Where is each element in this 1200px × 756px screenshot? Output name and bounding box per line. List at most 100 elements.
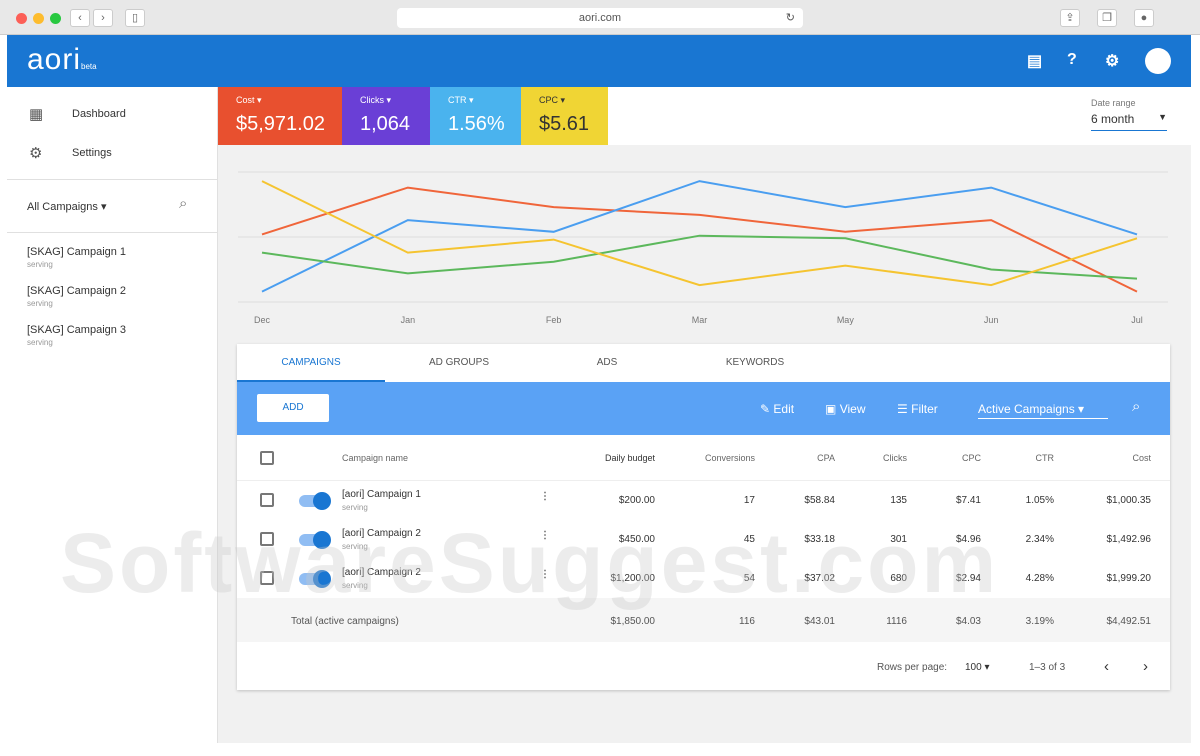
page-range: 1–3 of 3	[1029, 662, 1066, 673]
row-checkbox[interactable]	[260, 532, 274, 546]
grid-icon: ▦	[29, 106, 44, 123]
row-checkbox[interactable]	[260, 571, 274, 585]
reload-icon[interactable]: ↻	[786, 8, 795, 28]
select-all-checkbox[interactable]	[260, 451, 274, 465]
avatar[interactable]	[1145, 48, 1171, 74]
status-toggle[interactable]	[299, 531, 331, 549]
date-range: Date range 6 month ▼	[608, 87, 1191, 145]
date-range-select[interactable]: 6 month ▼	[1091, 112, 1167, 131]
main-content: Cost ▾ $5,971.02 Clicks ▾ 1,064 CTR ▾ 1.56%…	[218, 87, 1191, 743]
table-cell: 3.19%	[1025, 616, 1054, 627]
active-campaigns-select[interactable]: Active Campaigns ▾	[978, 402, 1108, 419]
table-cell: 4.28%	[1025, 573, 1054, 584]
rows-per-page-label: Rows per page:	[877, 662, 948, 673]
table-cell: $200.00	[618, 495, 655, 506]
search-icon[interactable]: ⌕	[179, 195, 187, 212]
table-cell: $450.00	[618, 534, 655, 545]
pencil-icon: ✎	[760, 402, 771, 416]
tab-keywords[interactable]: KEYWORDS	[681, 344, 829, 382]
row-checkbox[interactable]	[260, 493, 274, 507]
edit-button[interactable]: ✎ Edit	[760, 402, 794, 416]
back-icon[interactable]: ‹	[70, 9, 90, 27]
logo[interactable]: aoribeta	[27, 43, 97, 77]
campaign-name[interactable]: [aori] Campaign 2 serving	[342, 528, 421, 551]
tab-ad-groups[interactable]: AD GROUPS	[385, 344, 533, 382]
x-tick-label: Feb	[546, 315, 562, 325]
sidebar-campaign[interactable]: [SKAG] Campaign 3 serving	[27, 324, 126, 347]
more-options-icon[interactable]: ⋮	[540, 569, 550, 580]
close-window-icon[interactable]	[16, 13, 27, 24]
share-icon[interactable]: ⇪	[1060, 9, 1080, 27]
series-line-cost	[261, 186, 1138, 293]
table-row: [aori] Campaign 2 serving ⋮ $1,200.00 54 $37.…	[237, 559, 1170, 598]
table-cell: $1,850.00	[610, 616, 656, 627]
maximize-window-icon[interactable]	[50, 13, 61, 24]
address-bar[interactable]: aori.com ↻	[397, 8, 803, 28]
table-row: [aori] Campaign 2 serving ⋮ $450.00 45 $33.18…	[237, 520, 1170, 559]
line-chart: Dec Jan Feb Mar May Jun Jul	[238, 171, 1168, 325]
x-tick-label: Dec	[254, 315, 271, 325]
search-icon[interactable]: ⌕	[1132, 398, 1140, 415]
help-icon[interactable]: ?	[1067, 51, 1077, 69]
column-header[interactable]: Campaign name	[342, 453, 408, 463]
metric-cpc[interactable]: CPC ▾ $5.61	[521, 87, 608, 145]
sidebar-item-dashboard[interactable]: ▦ Dashboard	[7, 99, 218, 129]
add-button[interactable]: ADD	[257, 394, 329, 422]
campaign-name[interactable]: [aori] Campaign 1 serving	[342, 489, 421, 512]
filter-icon: ☰	[897, 402, 908, 416]
filter-button[interactable]: ☰ Filter	[897, 402, 938, 416]
x-tick-label: Jun	[984, 315, 999, 325]
label: Settings	[72, 147, 112, 159]
label: Dashboard	[72, 108, 126, 120]
total-label: Total (active campaigns)	[291, 616, 399, 627]
table-cell: $1,492.96	[1106, 534, 1152, 545]
tabs-icon[interactable]: ❐	[1097, 9, 1117, 27]
more-options-icon[interactable]: ⋮	[540, 491, 550, 502]
sidebar-campaign[interactable]: [SKAG] Campaign 2 serving	[27, 285, 126, 308]
app-header: aoribeta ▤ ? ⚙	[7, 35, 1191, 87]
gear-icon[interactable]: ⚙	[1105, 51, 1119, 71]
tab-campaigns[interactable]: CAMPAIGNS	[237, 344, 385, 382]
feedback-icon[interactable]: ▤	[1027, 51, 1042, 71]
minimize-window-icon[interactable]	[33, 13, 44, 24]
table-cell: 1.05%	[1025, 495, 1054, 506]
sidebar-campaign[interactable]: [SKAG] Campaign 1 serving	[27, 246, 126, 269]
campaign-filter-dropdown[interactable]: All Campaigns ▾	[27, 200, 107, 213]
campaign-name[interactable]: [aori] Campaign 2 serving	[342, 567, 421, 590]
tab-ads[interactable]: ADS	[533, 344, 681, 382]
more-options-icon[interactable]: ⋮	[540, 530, 550, 541]
extension-icon[interactable]: ●	[1134, 9, 1154, 27]
prev-page-icon[interactable]: ‹	[1104, 658, 1109, 675]
table-cell: 2.34%	[1025, 534, 1054, 545]
table-toolbar: ADD ✎ Edit ▣ View ☰ Filter Active Campai…	[237, 382, 1170, 435]
x-tick-label: Mar	[692, 315, 708, 325]
browser-chrome: ‹ › ▯ aori.com ↻ ⇪ ❐ ●	[0, 0, 1200, 35]
sidebar-toggle-icon[interactable]: ▯	[125, 9, 145, 27]
metric-cost[interactable]: Cost ▾ $5,971.02	[218, 87, 342, 145]
status-toggle[interactable]	[299, 492, 331, 510]
gear-icon: ⚙	[29, 145, 43, 162]
forward-icon[interactable]: ›	[93, 9, 113, 27]
table-cell: $1,200.00	[610, 573, 656, 584]
table-cell: $4,492.51	[1106, 616, 1152, 627]
url-text: aori.com	[578, 12, 622, 24]
sidebar-item-settings[interactable]: ⚙ Settings	[7, 138, 218, 168]
next-page-icon[interactable]: ›	[1143, 658, 1148, 675]
date-range-label: Date range	[1091, 98, 1136, 108]
table-cell: $1,000.35	[1106, 495, 1152, 506]
rows-per-page-select[interactable]: 100 ▾	[965, 662, 990, 673]
status-toggle[interactable]	[299, 570, 331, 588]
x-tick-label: Jul	[1131, 315, 1143, 325]
series-line-clicks	[261, 234, 1138, 280]
column-header[interactable]: Daily budget	[555, 453, 655, 463]
total-row: Total (active campaigns) $1,850.00 116 $43.…	[237, 598, 1170, 642]
table-header: Campaign name Daily budget Conversions CPA C…	[237, 435, 1170, 481]
table-cell: $1,999.20	[1106, 573, 1152, 584]
view-button[interactable]: ▣ View	[825, 402, 865, 416]
metric-clicks[interactable]: Clicks ▾ 1,064	[342, 87, 430, 145]
divider	[7, 179, 218, 180]
campaigns-card: CAMPAIGNS AD GROUPS ADS KEYWORDS ADD ✎ E…	[237, 344, 1170, 690]
metric-ctr[interactable]: CTR ▾ 1.56%	[430, 87, 521, 145]
column-header[interactable]: Cost	[1051, 453, 1151, 463]
column-header[interactable]: CTR	[954, 453, 1055, 463]
